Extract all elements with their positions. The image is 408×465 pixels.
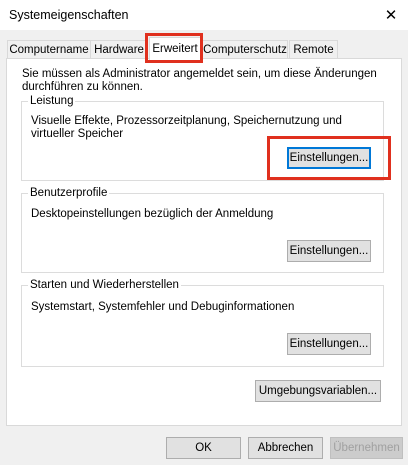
tab-hardware[interactable]: Hardware <box>90 40 148 59</box>
group-performance-title: Leistung <box>28 94 76 108</box>
environment-variables-button[interactable]: Umgebungsvariablen... <box>255 380 381 402</box>
admin-notice: Sie müssen als Administrator angemeldet … <box>22 68 377 93</box>
group-profiles-description: Desktopeinstellungen bezüglich der Anmel… <box>31 208 274 220</box>
tab-remote[interactable]: Remote <box>289 40 338 59</box>
tab-computerschutz[interactable]: Computerschutz <box>202 40 288 59</box>
startup-settings-button[interactable]: Einstellungen... <box>287 333 371 355</box>
ok-button[interactable]: OK <box>166 437 241 459</box>
cancel-button[interactable]: Abbrechen <box>248 437 323 459</box>
title-bar: Systemeigenschaften ✕ <box>0 0 408 30</box>
window-title: Systemeigenschaften <box>9 8 129 22</box>
tab-computername[interactable]: Computername <box>7 40 91 59</box>
group-profiles-title: Benutzerprofile <box>28 186 110 200</box>
group-startup-description: Systemstart, Systemfehler und Debuginfor… <box>31 301 295 313</box>
tab-erweitert[interactable]: Erweitert <box>149 37 201 60</box>
close-icon[interactable]: ✕ <box>374 0 408 30</box>
group-performance-description: Visuelle Effekte, Prozessorzeitplanung, … <box>31 115 342 140</box>
group-performance: Leistung Visuelle Effekte, Prozessorzeit… <box>21 94 384 181</box>
performance-settings-button[interactable]: Einstellungen... <box>287 147 371 169</box>
apply-button[interactable]: Übernehmen <box>330 437 403 459</box>
group-startup-title: Starten und Wiederherstellen <box>28 278 181 292</box>
profiles-settings-button[interactable]: Einstellungen... <box>287 240 371 262</box>
